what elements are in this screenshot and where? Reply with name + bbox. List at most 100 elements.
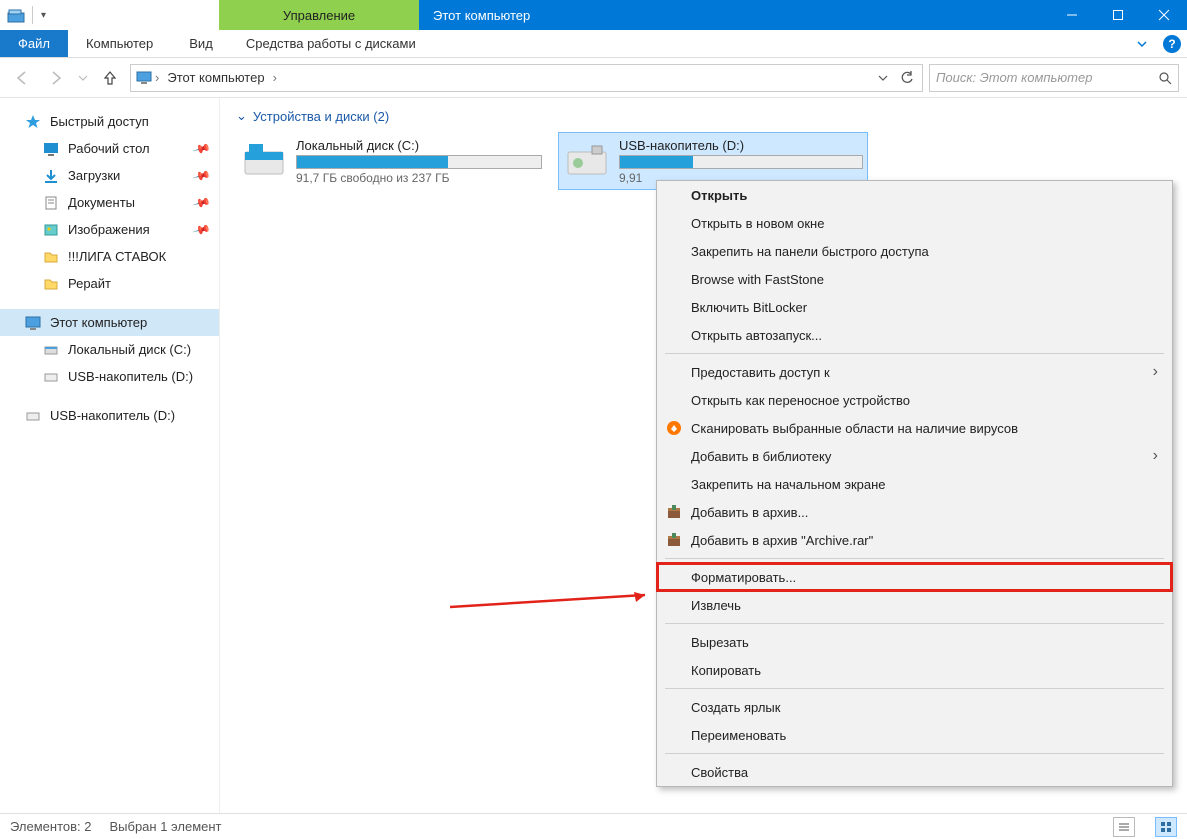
status-bar: Элементов: 2 Выбран 1 элемент [0, 813, 1187, 839]
pin-icon: 📌 [192, 139, 212, 159]
group-header-devices[interactable]: ⌄ Устройства и диски (2) [236, 108, 1171, 124]
sidebar-item-folder[interactable]: Рерайт [0, 270, 219, 297]
this-pc-icon [24, 314, 42, 332]
recent-locations-icon[interactable] [76, 64, 90, 92]
sidebar-item-documents[interactable]: Документы 📌 [0, 189, 219, 216]
sidebar-drive-d[interactable]: USB-накопитель (D:) [0, 363, 219, 390]
address-dropdown-icon[interactable] [872, 67, 894, 89]
cm-pin-start[interactable]: Закрепить на начальном экране [657, 470, 1172, 498]
sidebar-item-label: !!!ЛИГА СТАВОК [68, 249, 166, 264]
breadcrumb-separator[interactable]: › [155, 70, 159, 85]
search-icon [1158, 71, 1172, 85]
documents-icon [42, 194, 60, 212]
cm-enable-bitlocker[interactable]: Включить BitLocker [657, 293, 1172, 321]
ribbon-collapse-icon[interactable] [1127, 30, 1157, 57]
tab-computer[interactable]: Компьютер [68, 30, 171, 57]
cm-open[interactable]: Открыть [657, 181, 1172, 209]
cm-separator [665, 558, 1164, 559]
sidebar-item-label: Этот компьютер [50, 315, 147, 330]
tab-view[interactable]: Вид [171, 30, 231, 57]
cm-properties[interactable]: Свойства [657, 758, 1172, 786]
title-bar: ▾ Управление Этот компьютер [0, 0, 1187, 30]
cm-open-new-window[interactable]: Открыть в новом окне [657, 209, 1172, 237]
cm-give-access[interactable]: Предоставить доступ к› [657, 358, 1172, 386]
cm-open-autoplay[interactable]: Открыть автозапуск... [657, 321, 1172, 349]
cm-rename[interactable]: Переименовать [657, 721, 1172, 749]
folder-icon [42, 248, 60, 266]
sidebar-drive-c[interactable]: Локальный диск (C:) [0, 336, 219, 363]
view-tiles-button[interactable] [1155, 817, 1177, 837]
group-header-label: Устройства и диски (2) [253, 109, 389, 124]
navigation-bar: › Этот компьютер › Поиск: Этот компьютер [0, 58, 1187, 98]
back-button[interactable] [8, 64, 36, 92]
cm-format[interactable]: Форматировать... [657, 563, 1172, 591]
cm-separator [665, 623, 1164, 624]
window-title: Этот компьютер [419, 0, 1049, 30]
pin-icon: 📌 [192, 220, 212, 240]
view-details-button[interactable] [1113, 817, 1135, 837]
cm-pin-quick-access[interactable]: Закрепить на панели быстрого доступа [657, 237, 1172, 265]
sidebar-item-label: Загрузки [68, 168, 120, 183]
drive-free-text: 91,7 ГБ свободно из 237 ГБ [296, 171, 542, 185]
usb-drive-icon [24, 407, 42, 425]
cm-add-to-archive[interactable]: Добавить в архив... [657, 498, 1172, 526]
this-pc-icon [135, 69, 153, 87]
sidebar-quick-access[interactable]: Быстрый доступ [0, 108, 219, 135]
ribbon-tabs: Файл Компьютер Вид Средства работы с дис… [0, 30, 1187, 58]
cm-create-shortcut[interactable]: Создать ярлык [657, 693, 1172, 721]
sidebar-item-label: Документы [68, 195, 135, 210]
chevron-down-icon: ⌄ [236, 108, 247, 124]
sidebar-item-downloads[interactable]: Загрузки 📌 [0, 162, 219, 189]
cm-eject[interactable]: Извлечь [657, 591, 1172, 619]
drive-name: USB-накопитель (D:) [619, 138, 863, 153]
downloads-icon [42, 167, 60, 185]
usb-drive-icon [42, 368, 60, 386]
cm-add-to-archive-named[interactable]: Добавить в архив "Archive.rar" [657, 526, 1172, 554]
cm-scan-avast[interactable]: Сканировать выбранные области на наличие… [657, 414, 1172, 442]
cm-separator [665, 353, 1164, 354]
drive-tile-c[interactable]: Локальный диск (C:) 91,7 ГБ свободно из … [236, 132, 546, 190]
sidebar-this-pc[interactable]: Этот компьютер [0, 309, 219, 336]
up-button[interactable] [96, 64, 124, 92]
winrar-icon [665, 531, 683, 549]
cm-browse-faststone[interactable]: Browse with FastStone [657, 265, 1172, 293]
desktop-icon [42, 140, 60, 158]
submenu-arrow-icon: › [1153, 447, 1158, 465]
status-selection: Выбран 1 элемент [109, 819, 221, 834]
sidebar-item-label: USB-накопитель (D:) [50, 408, 175, 423]
pin-icon: 📌 [192, 166, 212, 186]
status-item-count: Элементов: 2 [10, 819, 91, 834]
tab-drive-tools[interactable]: Средства работы с дисками [231, 30, 431, 57]
close-button[interactable] [1141, 0, 1187, 30]
sidebar-item-label: Изображения [68, 222, 150, 237]
sidebar-item-label: Быстрый доступ [50, 114, 149, 129]
address-bar[interactable]: › Этот компьютер › [130, 64, 923, 92]
breadcrumb-this-pc[interactable]: Этот компьютер [161, 70, 270, 85]
cm-copy[interactable]: Копировать [657, 656, 1172, 684]
sidebar-item-desktop[interactable]: Рабочий стол 📌 [0, 135, 219, 162]
sidebar-item-label: Рабочий стол [68, 141, 150, 156]
hdd-icon [240, 137, 288, 185]
refresh-button[interactable] [896, 67, 918, 89]
minimize-button[interactable] [1049, 0, 1095, 30]
cm-add-library[interactable]: Добавить в библиотеку› [657, 442, 1172, 470]
cm-cut[interactable]: Вырезать [657, 628, 1172, 656]
ribbon-context-group: Управление [219, 0, 419, 30]
breadcrumb-separator[interactable]: › [273, 70, 277, 85]
sidebar-removable-drive[interactable]: USB-накопитель (D:) [0, 402, 219, 429]
help-icon: ? [1163, 35, 1181, 53]
qat-dropdown-icon[interactable]: ▾ [39, 10, 48, 21]
star-icon [24, 113, 42, 131]
help-button[interactable]: ? [1157, 30, 1187, 57]
search-box[interactable]: Поиск: Этот компьютер [929, 64, 1179, 92]
winrar-icon [665, 503, 683, 521]
tab-file[interactable]: Файл [0, 30, 68, 57]
maximize-button[interactable] [1095, 0, 1141, 30]
sidebar-item-folder[interactable]: !!!ЛИГА СТАВОК [0, 243, 219, 270]
pin-icon: 📌 [192, 193, 212, 213]
sidebar-item-label: USB-накопитель (D:) [68, 369, 193, 384]
forward-button[interactable] [42, 64, 70, 92]
sidebar-item-pictures[interactable]: Изображения 📌 [0, 216, 219, 243]
drive-name: Локальный диск (C:) [296, 138, 542, 153]
cm-open-portable[interactable]: Открыть как переносное устройство [657, 386, 1172, 414]
